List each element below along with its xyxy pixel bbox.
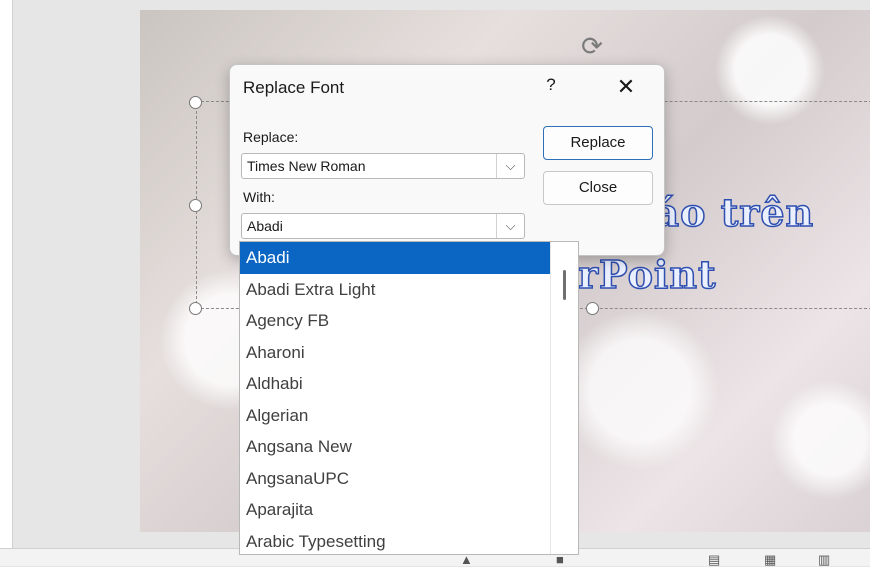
list-item[interactable]: Agency FB [240,305,551,337]
replace-font-dialog: Replace Font ? ✕ Replace: Times New Roma… [229,64,665,256]
list-item[interactable]: Algerian [240,400,551,432]
scrollbar-thumb[interactable] [563,270,566,300]
list-item[interactable]: Aparajita [240,494,551,526]
slide-sorter-icon[interactable]: ▦ [764,553,776,566]
rotate-handle-icon[interactable]: ⟳ [578,32,606,60]
replace-font-combobox[interactable]: Times New Roman ⌵ [241,153,525,179]
list-item[interactable]: Aldhabi [240,368,551,400]
thumbnail-pane-edge [0,0,13,565]
slide-title-line-2: rPoint [577,251,717,298]
resize-handle-middle-left[interactable] [189,199,202,212]
comments-icon[interactable]: ■ [556,553,564,566]
replace-font-value: Times New Roman [247,158,366,174]
resize-handle-bottom-middle[interactable] [586,302,599,315]
list-item[interactable]: Angsana New [240,431,551,463]
notes-icon[interactable]: ▲ [460,553,473,566]
close-icon[interactable]: ✕ [612,73,640,101]
list-item[interactable]: Arabic Typesetting [240,526,551,555]
resize-handle-bottom-left[interactable] [189,302,202,315]
list-item[interactable]: Abadi Extra Light [240,274,551,306]
chevron-down-icon[interactable]: ⌵ [496,154,524,178]
replace-button[interactable]: Replace [543,126,653,160]
chevron-down-icon[interactable]: ⌵ [496,214,524,238]
list-item[interactable]: AngsanaUPC [240,463,551,495]
close-button[interactable]: Close [543,171,653,205]
list-scrollbar[interactable] [550,242,578,554]
help-button[interactable]: ? [541,75,561,95]
with-label: With: [243,189,275,205]
with-font-combobox[interactable]: Abadi ⌵ [241,213,525,239]
dialog-title: Replace Font [243,78,345,97]
with-font-value: Abadi [247,218,283,234]
font-list-items: Abadi Abadi Extra Light Agency FB Aharon… [240,242,551,555]
resize-handle-top-left[interactable] [189,96,202,109]
list-item[interactable]: Abadi [240,242,551,274]
normal-view-icon[interactable]: ▤ [708,553,720,566]
list-item[interactable]: Aharoni [240,337,551,369]
reading-view-icon[interactable]: ▥ [818,553,830,566]
font-dropdown-list[interactable]: Abadi Abadi Extra Light Agency FB Aharon… [239,241,579,555]
replace-label: Replace: [243,129,299,145]
